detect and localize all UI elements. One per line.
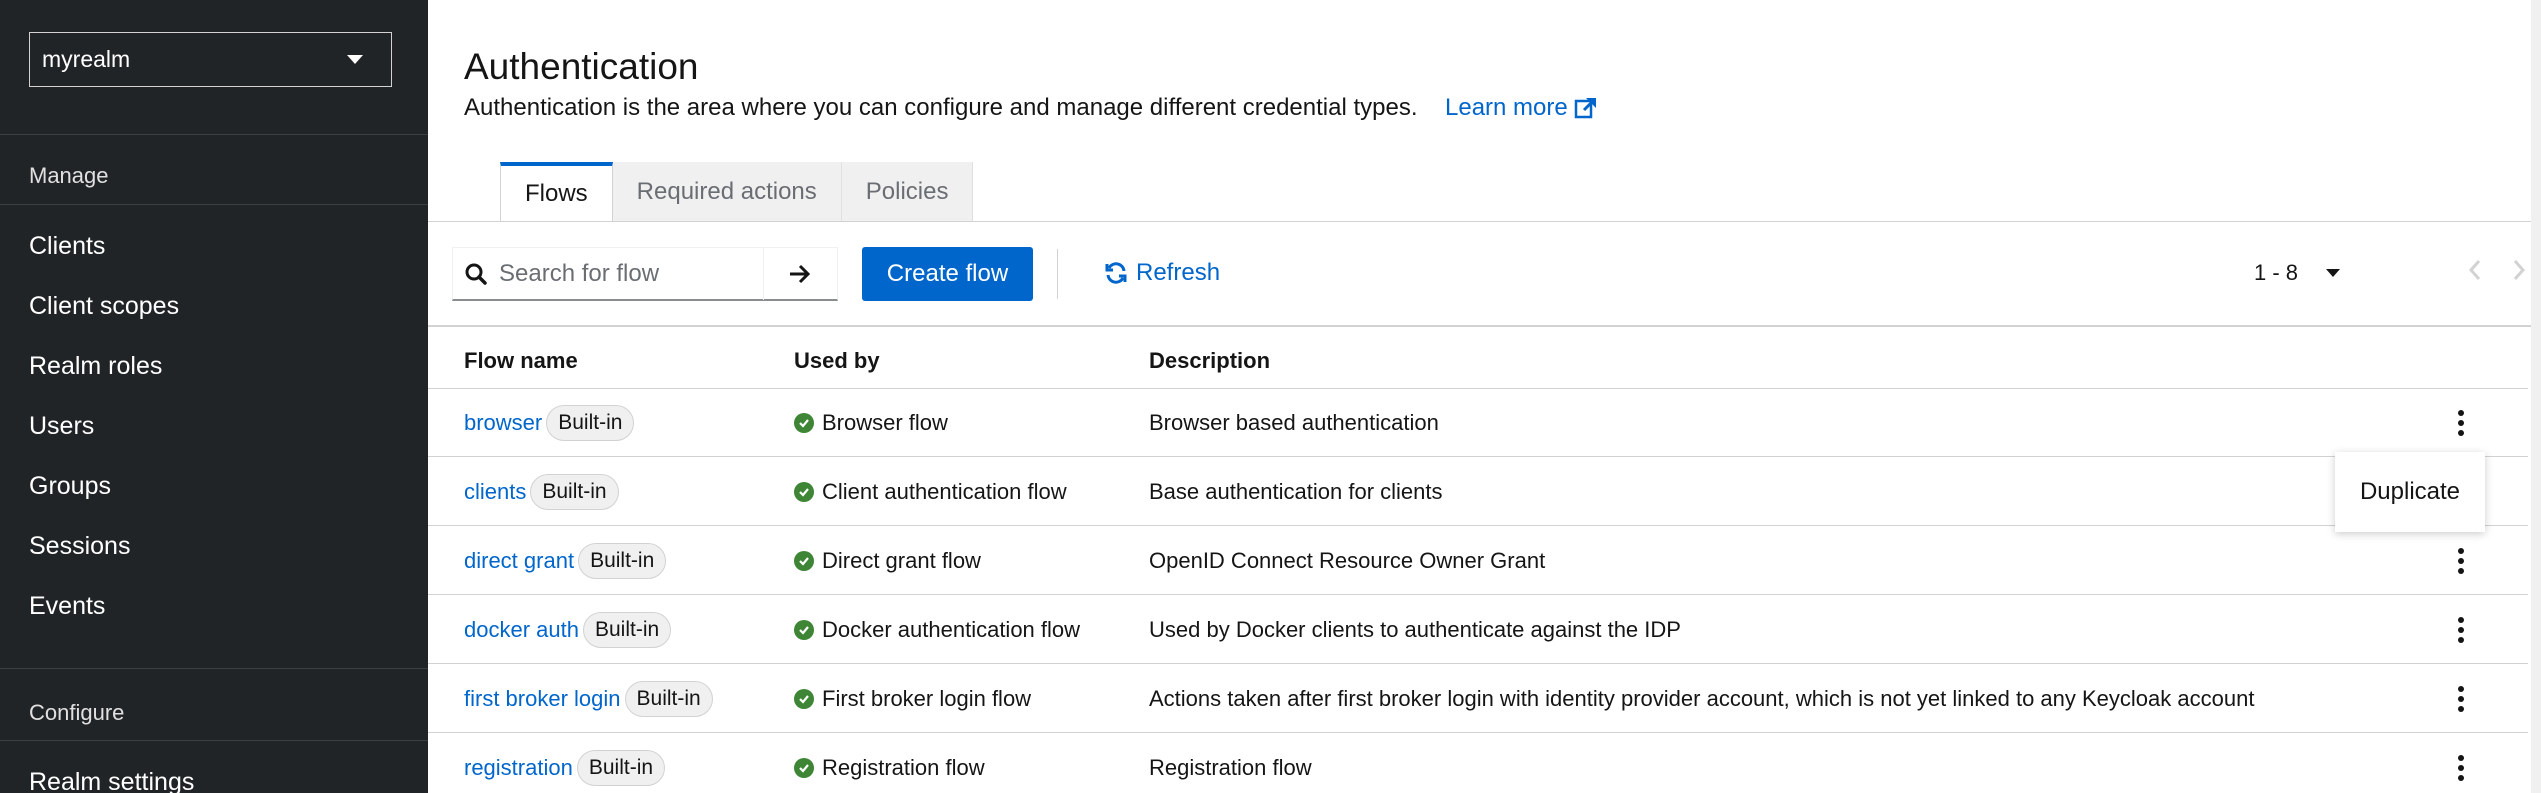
chevron-right-icon xyxy=(2513,260,2526,280)
duplicate-menu-item[interactable]: Duplicate xyxy=(2335,452,2485,532)
search-icon xyxy=(453,263,499,285)
sidebar-item-sessions[interactable]: Sessions xyxy=(29,532,130,561)
tab-flows[interactable]: Flows xyxy=(500,162,613,222)
description-text: Used by Docker clients to authenticate a… xyxy=(1149,617,1681,642)
sidebar: myrealm Manage Clients Client scopes Rea… xyxy=(0,0,428,793)
sync-icon xyxy=(1105,262,1127,284)
description-text: Registration flow xyxy=(1149,755,1312,780)
used-by-text: Client authentication flow xyxy=(822,479,1067,504)
sidebar-item-client-scopes[interactable]: Client scopes xyxy=(29,292,179,321)
sidebar-divider xyxy=(0,740,428,741)
sidebar-item-realm-roles[interactable]: Realm roles xyxy=(29,352,162,381)
check-circle-icon xyxy=(794,758,814,778)
built-in-badge: Built-in xyxy=(530,474,619,510)
built-in-badge: Built-in xyxy=(546,405,635,441)
row-actions-kebab-button[interactable] xyxy=(2446,665,2476,733)
row-actions-kebab-button[interactable] xyxy=(2446,389,2476,457)
used-by-text: First broker login flow xyxy=(822,686,1032,711)
scrollbar[interactable] xyxy=(2531,0,2541,793)
external-link-icon xyxy=(1574,98,1596,119)
flow-name-link[interactable]: browser xyxy=(464,410,542,436)
tab-bar: Flows Required actions Policies xyxy=(500,162,974,222)
caret-down-icon xyxy=(2326,269,2341,277)
realm-selector[interactable]: myrealm xyxy=(29,32,392,87)
sidebar-section-configure: Configure xyxy=(29,700,125,725)
refresh-button[interactable]: Refresh xyxy=(1104,259,1220,287)
table-row: direct grant Built-in Direct grant flow O… xyxy=(428,527,2528,595)
tabs-divider xyxy=(428,221,2541,222)
used-by-text: Direct grant flow xyxy=(822,548,981,573)
toolbar-separator xyxy=(1057,249,1058,299)
built-in-badge: Built-in xyxy=(624,681,713,717)
check-circle-icon xyxy=(794,551,814,571)
next-page-button[interactable] xyxy=(2512,257,2526,288)
chevron-left-icon xyxy=(2468,260,2481,280)
table-row: docker auth Built-in Docker authenticatio… xyxy=(428,596,2528,664)
sidebar-item-realm-settings[interactable]: Realm settings xyxy=(29,768,194,793)
sidebar-item-groups[interactable]: Groups xyxy=(29,472,111,501)
pagination-range: 1 - 8 xyxy=(2254,260,2299,285)
sidebar-item-users[interactable]: Users xyxy=(29,412,94,441)
tab-required-actions[interactable]: Required actions xyxy=(612,162,842,222)
kebab-icon xyxy=(2458,753,2464,783)
used-by-text: Docker authentication flow xyxy=(822,617,1081,642)
flow-name-link[interactable]: clients xyxy=(464,479,526,505)
search-input[interactable] xyxy=(499,259,763,288)
learn-more-link[interactable]: Learn more xyxy=(1445,94,1598,122)
realm-selector-label: myrealm xyxy=(42,46,131,72)
sidebar-divider xyxy=(0,134,428,135)
column-header-flow-name[interactable]: Flow name xyxy=(464,348,578,374)
table-row: registration Built-in Registration flow R… xyxy=(428,734,2528,793)
row-actions-kebab-button[interactable] xyxy=(2446,734,2476,793)
flow-name-link[interactable]: direct grant xyxy=(464,548,574,574)
toolbar-divider xyxy=(428,325,2541,327)
used-by-text: Registration flow xyxy=(822,755,985,780)
description-text: Base authentication for clients xyxy=(1149,479,1443,504)
built-in-badge: Built-in xyxy=(582,612,672,648)
check-circle-icon xyxy=(794,689,814,709)
sidebar-divider xyxy=(0,204,428,205)
used-by-text: Browser flow xyxy=(822,410,948,435)
create-flow-button[interactable]: Create flow xyxy=(862,247,1033,301)
pagination-toggle[interactable]: 1 - 8 xyxy=(2254,260,2341,286)
sidebar-item-clients[interactable]: Clients xyxy=(29,232,105,261)
row-actions-kebab-button[interactable] xyxy=(2446,527,2476,595)
tab-policies[interactable]: Policies xyxy=(841,162,974,222)
built-in-badge: Built-in xyxy=(578,543,667,579)
search-submit-button[interactable] xyxy=(763,247,835,300)
description-text: OpenID Connect Resource Owner Grant xyxy=(1149,548,1546,573)
flow-name-link[interactable]: docker auth xyxy=(464,617,579,643)
check-circle-icon xyxy=(794,413,814,433)
check-circle-icon xyxy=(794,482,814,502)
flow-name-link[interactable]: first broker login xyxy=(464,686,621,712)
previous-page-button[interactable] xyxy=(2468,257,2482,288)
search-box xyxy=(452,247,838,301)
row-actions-kebab-button[interactable] xyxy=(2446,596,2476,664)
sidebar-divider xyxy=(0,668,428,669)
page-description: Authentication is the area where you can… xyxy=(464,94,1418,121)
flow-name-link[interactable]: registration xyxy=(464,755,573,781)
caret-down-icon xyxy=(347,55,363,64)
built-in-badge: Built-in xyxy=(576,750,666,786)
column-header-description[interactable]: Description xyxy=(1149,348,1270,374)
kebab-icon xyxy=(2458,546,2464,576)
kebab-icon xyxy=(2458,615,2464,645)
sidebar-item-events[interactable]: Events xyxy=(29,592,105,621)
sidebar-section-manage: Manage xyxy=(29,163,109,188)
refresh-label: Refresh xyxy=(1136,259,1221,286)
table-row: clients Built-in Client authentication fl… xyxy=(428,458,2528,526)
main-content: Authentication Authentication is the are… xyxy=(428,0,2541,793)
description-text: Actions taken after first broker login w… xyxy=(1149,686,2255,711)
check-circle-icon xyxy=(794,620,814,640)
description-text: Browser based authentication xyxy=(1149,410,1439,435)
learn-more-label: Learn more xyxy=(1445,94,1568,121)
table-row: browser Built-in Browser flow Browser bas… xyxy=(428,389,2528,457)
page-title: Authentication xyxy=(464,46,699,87)
arrow-right-icon xyxy=(789,264,810,283)
column-header-used-by[interactable]: Used by xyxy=(794,348,880,374)
table-row: first broker login Built-in First broker … xyxy=(428,665,2528,733)
kebab-icon xyxy=(2458,408,2464,438)
kebab-icon xyxy=(2458,684,2464,714)
